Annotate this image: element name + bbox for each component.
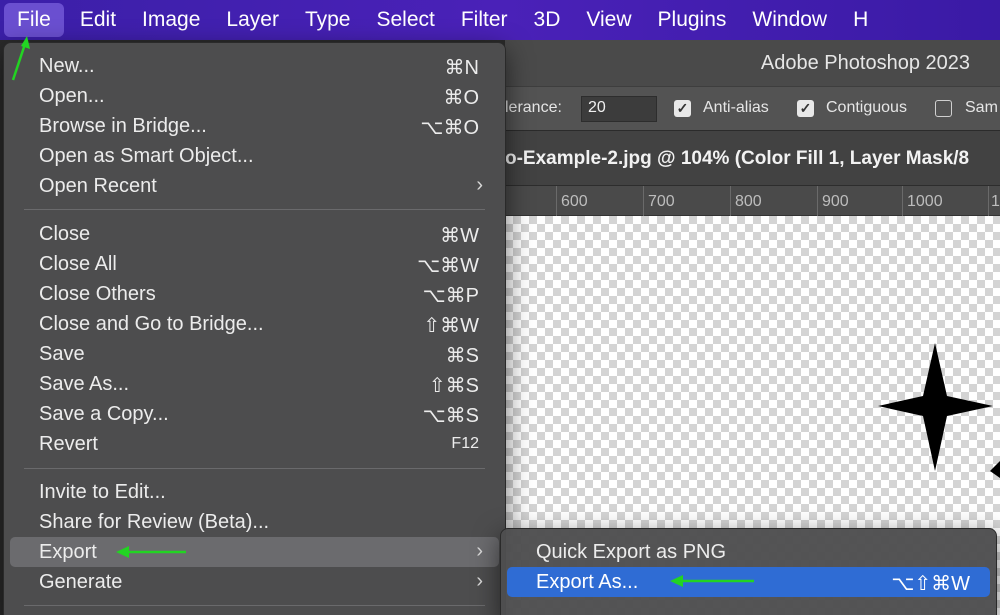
menu-help[interactable]: H [840,0,881,40]
tolerance-input[interactable]: 20 [581,96,657,122]
ruler-mark [902,186,903,216]
ruler-tick: 1 [991,193,1000,210]
contiguous-label: Contiguous [826,99,907,116]
ruler-tick: 900 [822,193,849,210]
menu-item-shortcut: ⌘N [444,57,479,79]
menu-item-close[interactable]: Close ⌘W [10,219,499,249]
star-shape [878,343,993,471]
menu-item-close-all[interactable]: Close All ⌥⌘W [10,249,499,279]
menu-item-open-as-smart-object[interactable]: Open as Smart Object... [10,141,499,171]
app-title-bar: Adobe Photoshop 2023 [505,40,1000,86]
menu-item-open-recent[interactable]: Open Recent › [10,171,499,201]
menu-view[interactable]: View [573,0,644,40]
menu-item-save-as[interactable]: Save As... ⇧⌘S [10,369,499,399]
menu-item-shortcut: ⌘S [445,345,479,367]
sample-label: Sam [965,99,998,116]
menu-separator [24,468,485,469]
ruler-mark [556,186,557,216]
menu-item-open[interactable]: Open... ⌘O [10,81,499,111]
menu-item-shortcut: ⌥⌘O [420,117,479,139]
star-shape [990,461,1000,478]
menu-image[interactable]: Image [129,0,213,40]
ruler-tick: 700 [648,193,675,210]
ruler-mark [817,186,818,216]
menu-item-browse-in-bridge[interactable]: Browse in Bridge... ⌥⌘O [10,111,499,141]
tolerance-label: lerance: [505,99,562,116]
menu-item-label: Save a Copy... [39,403,169,425]
chevron-right-icon: › [476,174,483,196]
menu-edit[interactable]: Edit [67,0,129,40]
menu-filter[interactable]: Filter [448,0,521,40]
menu-plugins[interactable]: Plugins [645,0,740,40]
menu-item-label: Save [39,343,85,365]
menu-item-shortcut: ⇧⌘S [428,375,479,397]
menu-item-shortcut: ⌥⌘S [422,405,479,427]
app-title: Adobe Photoshop 2023 [760,52,970,74]
menu-item-label: Export [39,541,97,563]
menu-item-label: Share for Review (Beta)... [39,511,270,533]
menu-item-shortcut: ⌥⌘W [417,255,479,277]
chevron-right-icon: › [476,540,483,562]
menu-type[interactable]: Type [292,0,364,40]
menu-item-label: New... [39,55,95,77]
menu-item-label: Revert [39,433,98,455]
ruler-tick: 1000 [907,193,943,210]
menu-separator [24,605,485,606]
menu-bar: File Edit Image Layer Type Select Filter… [0,0,1000,40]
menu-item-quick-export-as-png[interactable]: Quick Export as PNG [507,537,990,567]
menu-item-close-and-go-to-bridge[interactable]: Close and Go to Bridge... ⇧⌘W [10,309,499,339]
chevron-right-icon: › [476,570,483,592]
menu-item-shortcut: ⌘O [443,87,479,109]
anti-alias-label: Anti-alias [703,99,769,116]
menu-item-generate[interactable]: Generate › [10,567,499,597]
menu-item-save[interactable]: Save ⌘S [10,339,499,369]
options-bar: lerance: 20 ✓ Anti-alias ✓ Contiguous Sa… [505,86,1000,130]
ruler-tick: 600 [561,193,588,210]
menu-window[interactable]: Window [739,0,840,40]
menu-item-label: Generate [39,571,123,593]
menu-item-close-others[interactable]: Close Others ⌥⌘P [10,279,499,309]
menu-layer[interactable]: Layer [213,0,292,40]
menu-item-label: Open Recent [39,175,157,197]
menu-item-shortcut: ⌘W [440,225,479,247]
menu-item-export[interactable]: Export › [10,537,499,567]
contiguous-checkbox[interactable]: ✓ [797,100,814,117]
menu-item-label: Close [39,223,91,245]
menu-item-label: Save As... [39,373,130,395]
menu-item-label: Close Others [39,283,156,305]
ruler-mark [730,186,731,216]
menu-item-revert[interactable]: Revert F12 [10,429,499,459]
menu-item-label: Browse in Bridge... [39,115,207,137]
anti-alias-checkbox[interactable]: ✓ [674,100,691,117]
menu-file[interactable]: File [4,3,64,37]
menu-separator [24,209,485,210]
menu-item-label: Open... [39,85,105,107]
menu-item-share-for-review[interactable]: Share for Review (Beta)... [10,507,499,537]
menu-item-shortcut: ⌥⇧⌘W [891,573,970,595]
menu-select[interactable]: Select [363,0,447,40]
ruler-tick: 800 [735,193,762,210]
menu-item-label: Open as Smart Object... [39,145,254,167]
file-menu: New... ⌘N Open... ⌘O Browse in Bridge...… [3,42,506,615]
menu-item-label: Close and Go to Bridge... [39,313,264,335]
menu-item-shortcut: ⌥⌘P [422,285,479,307]
horizontal-ruler: 600 700 800 900 1000 1 [505,186,1000,216]
export-submenu: Quick Export as PNG Export As... ⌥⇧⌘W [500,528,997,615]
document-tab-title: o-Example-2.jpg @ 104% (Color Fill 1, La… [505,148,970,169]
menu-item-save-a-copy[interactable]: Save a Copy... ⌥⌘S [10,399,499,429]
menu-item-invite-to-edit[interactable]: Invite to Edit... [10,477,499,507]
menu-item-label: Quick Export as PNG [536,541,727,563]
sample-all-layers-checkbox[interactable] [935,100,952,117]
menu-3d[interactable]: 3D [521,0,574,40]
menu-item-shortcut: F12 [451,435,479,452]
ruler-mark [988,186,989,216]
menu-item-export-as[interactable]: Export As... ⌥⇧⌘W [507,567,990,597]
menu-item-shortcut: ⇧⌘W [423,315,479,337]
menu-item-label: Close All [39,253,117,275]
menu-item-label: Export As... [536,571,639,593]
ruler-mark [643,186,644,216]
menu-item-new[interactable]: New... ⌘N [10,51,499,81]
menu-item-label: Invite to Edit... [39,481,166,503]
document-tab[interactable]: o-Example-2.jpg @ 104% (Color Fill 1, La… [505,131,1000,186]
